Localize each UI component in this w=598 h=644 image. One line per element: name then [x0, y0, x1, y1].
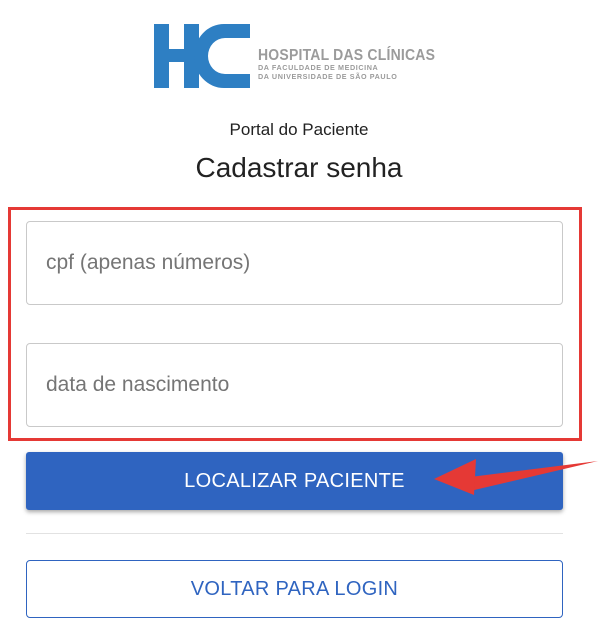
page-title: Cadastrar senha — [195, 152, 403, 183]
logo-wordmark: HOSPITAL DAS CLÍNICAS DA FACULDADE DE ME… — [258, 46, 435, 80]
logo-name-line: HOSPITAL DAS CLÍNICAS — [258, 44, 436, 64]
portal-title: Portal do Paciente — [229, 120, 369, 139]
logo-subtitle-line: DA UNIVERSIDADE DE SÃO PAULO — [258, 72, 398, 82]
back-to-login-button[interactable]: VOLTAR PARA LOGIN — [26, 560, 563, 618]
divider — [26, 533, 563, 534]
birth-date-input[interactable] — [26, 343, 563, 427]
hc-logo-mark — [154, 24, 250, 88]
hospital-logo: HOSPITAL DAS CLÍNICAS DA FACULDADE DE ME… — [150, 20, 450, 96]
cpf-input[interactable] — [26, 221, 563, 305]
red-arrow-icon — [434, 459, 598, 495]
logo-subtitle-line: DA FACULDADE DE MEDICINA — [258, 63, 379, 72]
